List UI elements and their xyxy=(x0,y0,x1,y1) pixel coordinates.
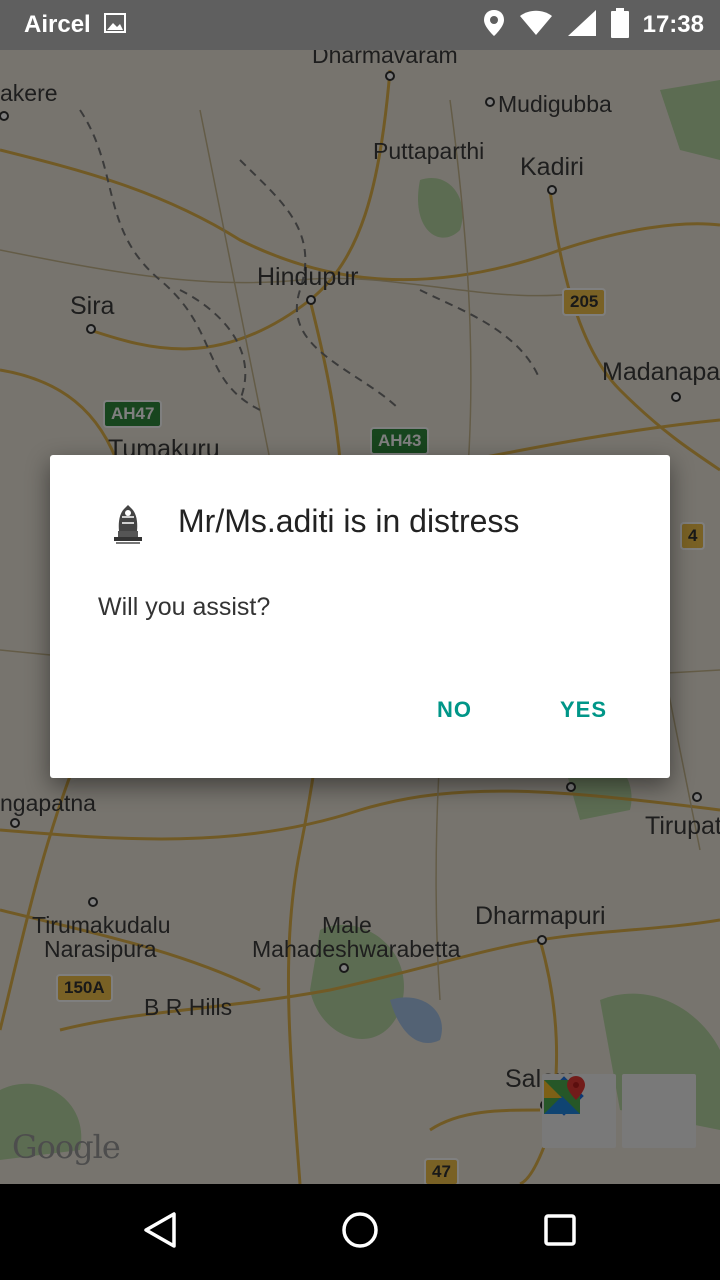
recents-icon xyxy=(540,1210,580,1255)
no-button[interactable]: NO xyxy=(437,697,472,723)
home-icon xyxy=(340,1210,380,1255)
location-icon xyxy=(483,9,505,42)
recents-button[interactable] xyxy=(538,1210,582,1254)
carrier-name: Aircel xyxy=(24,11,91,38)
home-button[interactable] xyxy=(338,1210,382,1254)
back-button[interactable] xyxy=(138,1210,182,1254)
yes-button[interactable]: YES xyxy=(560,697,607,723)
dialog-title: Mr/Ms.aditi is in distress xyxy=(178,503,520,539)
back-icon xyxy=(140,1210,180,1255)
wifi-icon xyxy=(519,10,553,41)
status-bar: Aircel 17:38 xyxy=(0,0,720,50)
dialog-message: Will you assist? xyxy=(98,593,271,621)
navigation-bar xyxy=(0,1184,720,1280)
signal-icon xyxy=(567,9,597,42)
distress-dialog: Mr/Ms.aditi is in distress Will you assi… xyxy=(50,455,670,778)
image-icon xyxy=(103,11,127,40)
battery-icon xyxy=(610,7,629,43)
clock: 17:38 xyxy=(642,11,704,38)
emblem-icon xyxy=(110,501,146,545)
